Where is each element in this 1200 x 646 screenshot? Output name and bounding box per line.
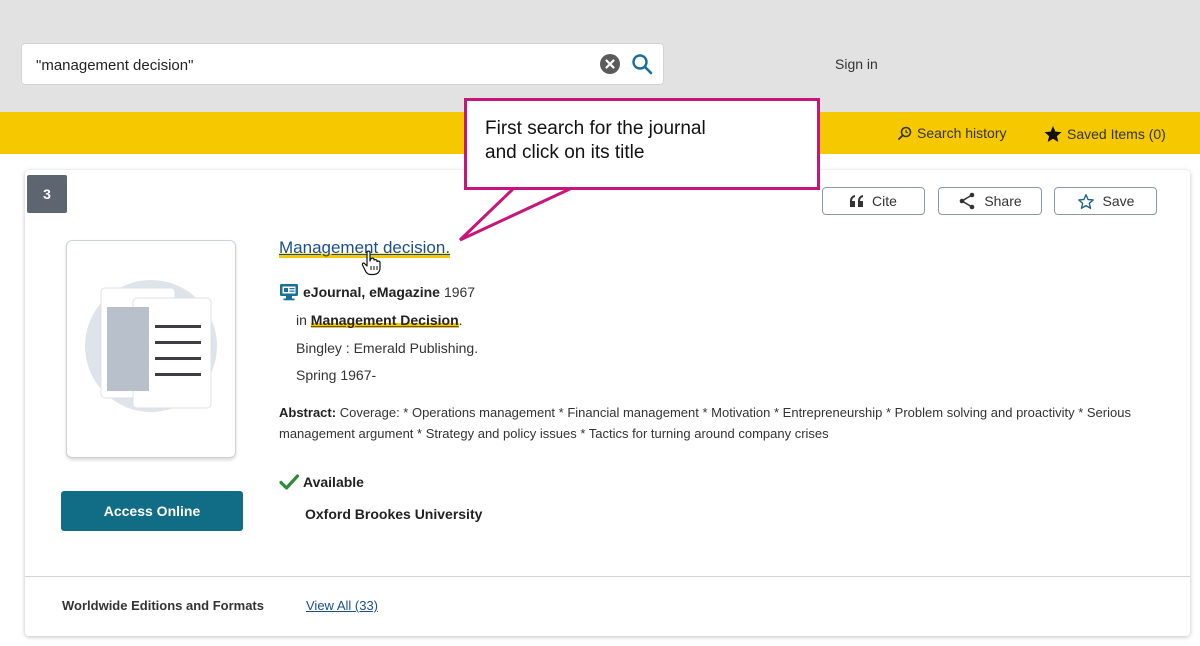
star-filled-icon (1044, 126, 1062, 142)
view-all-link[interactable]: View All (33) (306, 598, 378, 613)
clear-icon[interactable] (600, 54, 620, 74)
document-cover-icon (66, 240, 236, 458)
abstract-label: Abstract: (279, 405, 337, 420)
instruction-callout: First search for the journal and click o… (464, 98, 820, 190)
card-divider (25, 576, 1190, 577)
editions-label: Worldwide Editions and Formats (62, 598, 264, 613)
callout-line-2: and click on its title (485, 142, 645, 163)
star-outline-icon (1077, 193, 1094, 209)
search-box (21, 43, 664, 86)
search-history-label: Search history (917, 125, 1007, 141)
hand-cursor-icon (361, 250, 381, 276)
ejournal-icon (280, 284, 298, 301)
result-number: 3 (27, 175, 67, 213)
in-prefix: in (296, 312, 307, 328)
share-button[interactable]: Share (938, 187, 1042, 215)
library-name: Oxford Brookes University (305, 506, 483, 522)
series-word-2: Decision (400, 312, 459, 328)
saved-items-label: Saved Items (0) (1067, 126, 1166, 142)
abstract: Abstract: Coverage: * Operations managem… (279, 402, 1159, 444)
save-button[interactable]: Save (1054, 187, 1157, 215)
share-label: Share (984, 193, 1022, 209)
search-input[interactable] (34, 44, 598, 86)
series-word-1: Management (310, 312, 397, 328)
save-label: Save (1102, 193, 1135, 209)
saved-items-link[interactable]: Saved Items (0) (1043, 125, 1166, 143)
access-online-button[interactable]: Access Online (61, 491, 243, 531)
format-line: eJournal, eMagazine 1967 (279, 283, 475, 301)
publication-year: 1967 (443, 284, 476, 300)
series-link[interactable]: Management Decision (310, 312, 459, 328)
search-history-icon (898, 126, 912, 140)
publisher: Bingley : Emerald Publishing. (296, 340, 479, 356)
share-icon (960, 192, 975, 210)
cite-label: Cite (872, 193, 897, 209)
cite-button[interactable]: Cite (822, 187, 925, 215)
quote-icon (850, 195, 864, 207)
search-icon[interactable] (630, 52, 654, 76)
abstract-text: Coverage: * Operations management * Fina… (279, 405, 1131, 441)
availability-line: Available (279, 474, 364, 490)
search-history-link[interactable]: Search history (897, 125, 1006, 141)
publication-dates: Spring 1967- (296, 367, 377, 383)
format-label: eJournal, eMagazine (303, 284, 440, 300)
checkmark-icon (279, 474, 299, 490)
callout-line-1: First search for the journal (485, 118, 706, 139)
sign-in-link[interactable]: Sign in (835, 56, 878, 72)
availability-status: Available (303, 474, 364, 490)
in-series-line: in Management Decision. (296, 312, 463, 328)
